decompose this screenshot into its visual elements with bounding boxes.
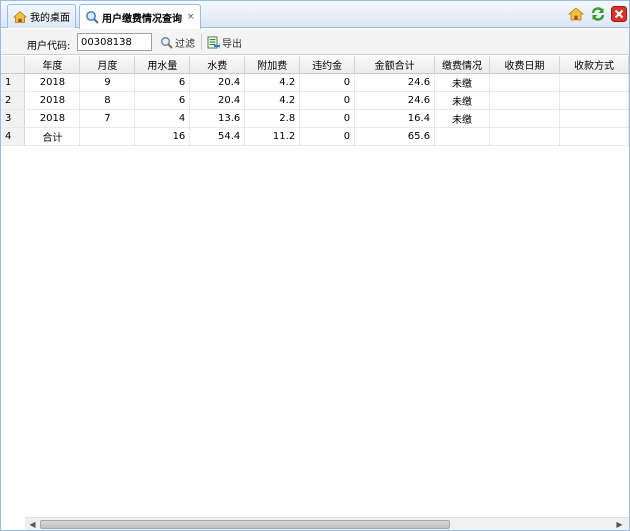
cell-year: 2018: [24, 91, 81, 110]
cell-water-fee: 20.4: [189, 91, 246, 110]
refresh-icon[interactable]: [590, 6, 606, 22]
cell-payment-date: [489, 127, 560, 146]
tab-close-icon[interactable]: ×: [187, 12, 195, 22]
user-code-input[interactable]: [77, 33, 152, 51]
column-header-surcharge[interactable]: 附加费: [244, 56, 301, 74]
tab-my-desktop[interactable]: 我的桌面: [7, 4, 76, 28]
tab-label: 用户缴费情况查询: [102, 13, 182, 25]
cell-water-usage: 16: [134, 127, 191, 146]
cell-payment-date: [489, 73, 560, 92]
cell-water-fee: 13.6: [189, 109, 246, 128]
magnifier-icon: [161, 37, 173, 49]
cell-year: 合计: [24, 127, 81, 146]
cell-surcharge: 4.2: [244, 91, 301, 110]
cell-surcharge: 2.8: [244, 109, 301, 128]
toolbar-divider: [201, 34, 202, 50]
table-row[interactable]: 2 2018 8 6 20.4 4.2 0 24.6 未缴: [1, 91, 630, 110]
cell-payment-status: 未缴: [434, 91, 491, 110]
cell-month: [79, 127, 136, 146]
cell-surcharge: 4.2: [244, 73, 301, 92]
scroll-left-icon[interactable]: ◀: [27, 519, 38, 530]
cell-penalty: 0: [299, 91, 356, 110]
table-row[interactable]: 1 2018 9 6 20.4 4.2 0 24.6 未缴: [1, 73, 630, 92]
export-button[interactable]: 导出: [207, 35, 242, 50]
cell-payment-method: [559, 127, 630, 146]
filter-button[interactable]: 过滤: [160, 35, 195, 50]
row-number: 1: [1, 73, 26, 92]
cell-total-amount: 24.6: [354, 73, 436, 92]
scroll-right-icon[interactable]: ▶: [614, 519, 625, 530]
column-header-year[interactable]: 年度: [24, 56, 81, 74]
cell-payment-method: [559, 73, 630, 92]
column-header-payment-date[interactable]: 收费日期: [489, 56, 560, 74]
cell-month: 9: [79, 73, 136, 92]
payment-table: 年度 月度 用水量 水费 附加费 违约金 金额合计 缴费情况 收费日期 收款方式…: [1, 56, 630, 146]
row-number: 3: [1, 109, 26, 128]
user-code-label: 用户代码:: [27, 41, 71, 52]
row-number: 4: [1, 127, 26, 146]
table-row[interactable]: 3 2018 7 4 13.6 2.8 0 16.4 未缴: [1, 109, 630, 128]
row-number-header: [1, 56, 26, 74]
cell-water-usage: 4: [134, 109, 191, 128]
close-icon[interactable]: [611, 6, 627, 22]
cell-penalty: 0: [299, 73, 356, 92]
filter-label: 过滤: [175, 39, 195, 50]
cell-payment-status: 未缴: [434, 109, 491, 128]
tab-bar: 我的桌面 用户缴费情况查询 ×: [1, 1, 629, 29]
search-icon: [85, 10, 99, 24]
cell-total-amount: 24.6: [354, 91, 436, 110]
column-header-month[interactable]: 月度: [79, 56, 136, 74]
cell-water-usage: 6: [134, 91, 191, 110]
table-header-row: 年度 月度 用水量 水费 附加费 违约金 金额合计 缴费情况 收费日期 收款方式: [1, 56, 630, 74]
export-excel-icon: [207, 36, 220, 49]
tab-user-payment-query[interactable]: 用户缴费情况查询 ×: [79, 4, 201, 29]
payment-grid: 年度 月度 用水量 水费 附加费 违约金 金额合计 缴费情况 收费日期 收款方式…: [1, 56, 630, 146]
cell-payment-date: [489, 109, 560, 128]
cell-payment-status: 未缴: [434, 73, 491, 92]
home-icon: [12, 10, 28, 24]
cell-total-amount: 65.6: [354, 127, 436, 146]
cell-year: 2018: [24, 73, 81, 92]
cell-water-fee: 54.4: [189, 127, 246, 146]
column-header-penalty[interactable]: 违约金: [299, 56, 356, 74]
export-label: 导出: [222, 39, 242, 50]
app-frame: 我的桌面 用户缴费情况查询 × 用户代码: 过滤 导出: [0, 0, 630, 531]
cell-year: 2018: [24, 109, 81, 128]
table-total-row[interactable]: 4 合计 16 54.4 11.2 0 65.6: [1, 127, 630, 146]
cell-total-amount: 16.4: [354, 109, 436, 128]
horizontal-scrollbar[interactable]: ◀ ▶: [25, 517, 629, 530]
column-header-payment-status[interactable]: 缴费情况: [434, 56, 491, 74]
cell-water-usage: 6: [134, 73, 191, 92]
column-header-total-amount[interactable]: 金额合计: [354, 56, 436, 74]
row-number: 2: [1, 91, 26, 110]
cell-payment-date: [489, 91, 560, 110]
cell-month: 8: [79, 91, 136, 110]
query-toolbar: 用户代码: 过滤 导出: [1, 29, 629, 55]
cell-penalty: 0: [299, 127, 356, 146]
cell-month: 7: [79, 109, 136, 128]
cell-penalty: 0: [299, 109, 356, 128]
column-header-payment-method[interactable]: 收款方式: [559, 56, 630, 74]
home-icon[interactable]: [567, 6, 585, 22]
cell-surcharge: 11.2: [244, 127, 301, 146]
scrollbar-thumb[interactable]: [40, 520, 450, 529]
column-header-water-usage[interactable]: 用水量: [134, 56, 191, 74]
cell-payment-method: [559, 91, 630, 110]
cell-payment-method: [559, 109, 630, 128]
cell-water-fee: 20.4: [189, 73, 246, 92]
cell-payment-status: [434, 127, 491, 146]
column-header-water-fee[interactable]: 水费: [189, 56, 246, 74]
tab-label: 我的桌面: [30, 13, 70, 24]
